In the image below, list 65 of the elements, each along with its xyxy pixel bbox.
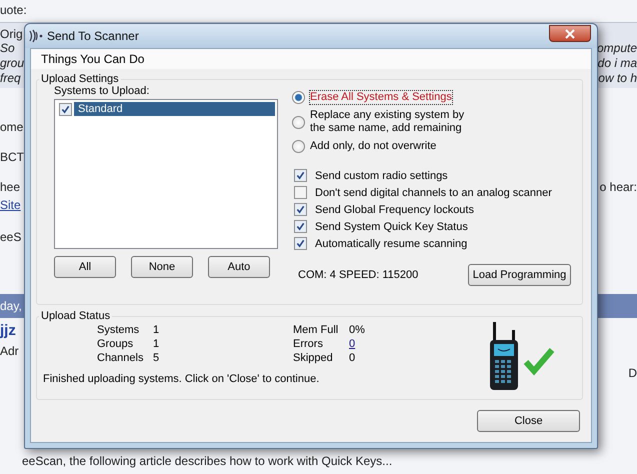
checkbox[interactable] xyxy=(294,186,307,199)
checkbox-label: Send System Quick Key Status xyxy=(315,220,468,232)
checkbox-label: Don't send digital channels to an analog scanner xyxy=(315,186,552,198)
checkbox-label: Send custom radio settings xyxy=(315,170,448,182)
port-info: COM: 4 SPEED: 115200 xyxy=(297,269,418,281)
radio-button[interactable] xyxy=(292,91,305,104)
radio-label: Erase All Systems & Settings xyxy=(310,91,452,104)
page-text-fragment: Orig xyxy=(0,27,23,41)
stat-label: Skipped xyxy=(293,352,334,364)
group-title: Upload Status xyxy=(40,310,112,322)
stat-label: Systems xyxy=(97,324,140,336)
page-text-fragment: jjz xyxy=(0,322,16,340)
close-window-button[interactable] xyxy=(549,25,591,42)
close-button[interactable]: Close xyxy=(477,410,580,432)
group-title: Upload Settings xyxy=(40,73,120,85)
page-text-fragment: freq xyxy=(0,71,21,85)
stat-label: Errors xyxy=(293,338,324,350)
checkbox[interactable] xyxy=(294,203,307,216)
list-action-button[interactable]: All xyxy=(54,256,116,278)
page-text-fragment: do i ma xyxy=(598,56,637,70)
list-label: Systems to Upload: xyxy=(54,85,150,97)
page-text-fragment: Adr xyxy=(0,344,19,358)
page-text-fragment: grou xyxy=(0,56,24,70)
page-text-fragment: eeS xyxy=(0,230,22,244)
checkbox-label: Automatically resume scanning xyxy=(315,238,468,250)
page-text-fragment: So xyxy=(0,41,15,55)
page-text-fragment: BCT xyxy=(0,150,24,164)
radio-label: Replace any existing system by the same name, add remaining xyxy=(310,109,466,135)
page-text-fragment: hee xyxy=(0,180,20,194)
radio-button[interactable] xyxy=(292,140,305,153)
page-text-fragment: day, xyxy=(0,299,22,313)
page-text-fragment: eeScan, the following article describes how to work with Quick Keys... xyxy=(22,454,392,468)
page-text-fragment[interactable]: Site xyxy=(0,198,21,212)
status-message: Finished uploading systems. Click on 'Close' to continue. xyxy=(43,373,320,385)
stat-value: 5 xyxy=(153,352,160,364)
load-programming-button[interactable]: Load Programming xyxy=(468,264,571,286)
stat-value: 0 xyxy=(349,352,356,364)
page-text-fragment: uote: xyxy=(0,3,27,17)
stat-label: Mem Full xyxy=(293,324,340,336)
list-item[interactable]: Standard xyxy=(74,102,275,116)
checkbox-label: Send Global Frequency lockouts xyxy=(315,204,474,216)
page-text-fragment: o hear: xyxy=(600,180,637,194)
list-action-button[interactable]: Auto xyxy=(208,256,270,278)
checkbox[interactable] xyxy=(59,102,72,116)
stat-label: Channels xyxy=(97,352,144,364)
checkbox[interactable] xyxy=(294,237,307,250)
menu-item[interactable]: Things You Can Do xyxy=(41,52,144,66)
list-action-button[interactable]: None xyxy=(131,256,193,278)
checkbox[interactable] xyxy=(294,169,307,182)
close-icon xyxy=(565,28,575,38)
radio-label: Add only, do not overwrite xyxy=(310,140,438,153)
stat-label: Groups xyxy=(97,338,134,350)
window-title: Send To Scanner xyxy=(47,29,139,43)
page-text-fragment: ome xyxy=(0,120,24,134)
stat-value[interactable]: 0 xyxy=(349,338,409,350)
systems-list[interactable]: Standard xyxy=(54,99,278,249)
radio-button[interactable] xyxy=(292,116,305,128)
stat-value: 0% xyxy=(349,324,366,336)
stat-value: 1 xyxy=(153,338,160,350)
page-text-fragment: D xyxy=(628,366,637,380)
radio-waves-icon xyxy=(28,29,44,43)
page-text-fragment: ow to h xyxy=(598,71,637,85)
stat-value: 1 xyxy=(153,324,160,336)
checkbox[interactable] xyxy=(294,220,307,233)
page-text-fragment: ompute xyxy=(596,41,637,55)
